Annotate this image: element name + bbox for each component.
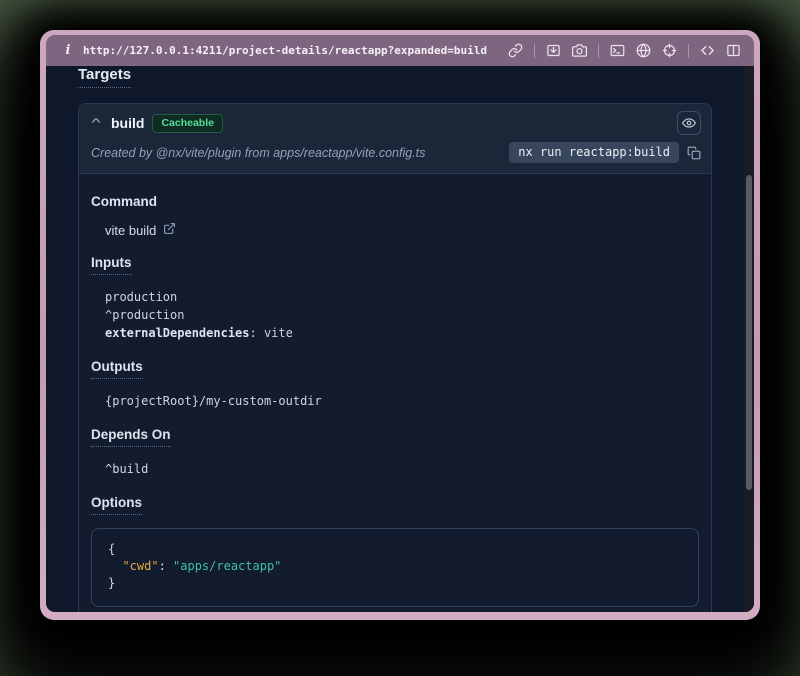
- cacheable-badge: Cacheable: [152, 114, 223, 133]
- split-panel-icon[interactable]: [726, 43, 741, 58]
- link-icon[interactable]: [508, 43, 523, 58]
- camera-icon[interactable]: [572, 43, 587, 58]
- browser-titlebar: i http://127.0.0.1:4211/project-details/…: [46, 35, 754, 66]
- command-section-heading: Command: [91, 194, 699, 209]
- toolbar-divider: [534, 44, 535, 58]
- output-item: {projectRoot}/my-custom-outdir: [105, 392, 699, 410]
- json-string-value: "apps/reactapp": [173, 559, 281, 573]
- build-card-body: Command vite build Inputs production ^pr…: [79, 174, 711, 612]
- scrollbar-thumb[interactable]: [746, 175, 752, 490]
- toolbar-divider: [688, 44, 689, 58]
- inputs-list: production ^production externalDependenc…: [105, 288, 699, 342]
- input-item: production: [105, 288, 699, 306]
- options-json-block: { "cwd": "apps/reactapp"}: [91, 528, 699, 607]
- external-link-icon[interactable]: [163, 222, 176, 238]
- copy-button[interactable]: [687, 146, 701, 160]
- page-content: Targets build Cacheable: [46, 66, 754, 612]
- info-icon: i: [62, 43, 74, 58]
- address-bar[interactable]: http://127.0.0.1:4211/project-details/re…: [83, 44, 508, 57]
- input-item: externalDependencies: vite: [105, 324, 699, 342]
- scrollbar-track[interactable]: [744, 66, 754, 612]
- target-name: build: [111, 115, 144, 131]
- depends-on-list: ^build: [105, 460, 699, 478]
- code-icon[interactable]: [700, 43, 715, 58]
- outputs-list: {projectRoot}/my-custom-outdir: [105, 392, 699, 410]
- json-line: "cwd": "apps/reactapp": [108, 558, 682, 575]
- build-card-header: build Cacheable Created by @nx/vite/plug…: [79, 104, 711, 174]
- page-title[interactable]: Targets: [78, 66, 131, 88]
- created-by-text: Created by @nx/vite/plugin from apps/rea…: [91, 146, 509, 160]
- run-command-chip: nx run reactapp:build: [509, 142, 679, 163]
- browser-window: i http://127.0.0.1:4211/project-details/…: [40, 30, 760, 620]
- command-value: vite build: [105, 223, 156, 238]
- target-card-build: build Cacheable Created by @nx/vite/plug…: [78, 103, 712, 612]
- command-value-link[interactable]: vite build: [105, 222, 699, 238]
- crosshair-icon[interactable]: [662, 43, 677, 58]
- toolbar-divider: [598, 44, 599, 58]
- options-section-heading[interactable]: Options: [91, 495, 699, 515]
- terminal-icon[interactable]: [610, 43, 625, 58]
- chevron-up-icon: [89, 114, 103, 133]
- depends-on-item: ^build: [105, 460, 699, 478]
- download-icon[interactable]: [546, 43, 561, 58]
- json-line: }: [108, 575, 682, 592]
- json-line: {: [108, 541, 682, 558]
- depends-on-section-heading[interactable]: Depends On: [91, 427, 699, 447]
- build-header-row[interactable]: build Cacheable: [89, 111, 701, 135]
- eye-button[interactable]: [677, 111, 701, 135]
- json-key: "cwd": [122, 559, 158, 573]
- inputs-section-heading[interactable]: Inputs: [91, 255, 699, 275]
- globe-icon[interactable]: [636, 43, 651, 58]
- input-item: ^production: [105, 306, 699, 324]
- outputs-section-heading[interactable]: Outputs: [91, 359, 699, 379]
